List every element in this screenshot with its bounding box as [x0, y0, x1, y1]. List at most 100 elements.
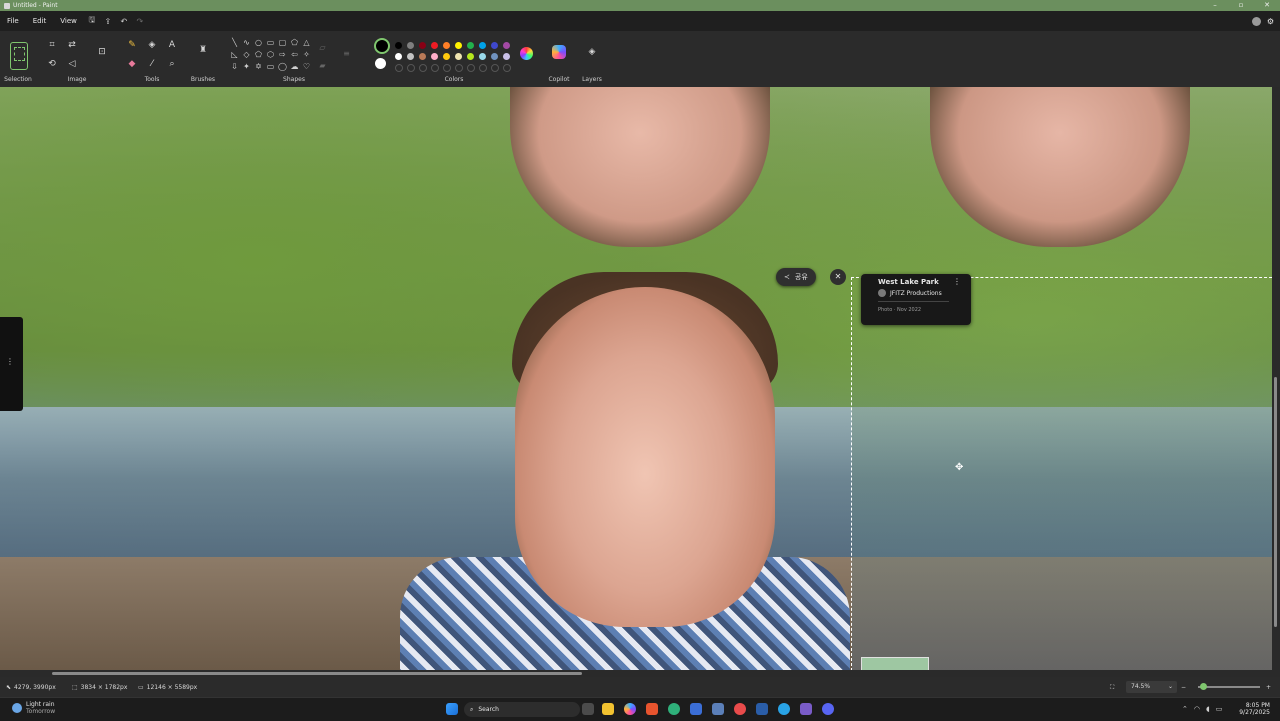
start-icon[interactable]	[446, 703, 458, 715]
custom-color-slot[interactable]	[407, 64, 415, 72]
close-button[interactable]: ✕	[1254, 0, 1280, 11]
line-shape-icon[interactable]: ╲	[230, 38, 239, 47]
steam-icon[interactable]	[756, 703, 768, 715]
custom-color-slot[interactable]	[443, 64, 451, 72]
pencil-icon[interactable]: ✎	[126, 40, 138, 50]
crop-icon[interactable]: ⌗	[46, 40, 58, 50]
color-swatch[interactable]	[395, 42, 402, 49]
zoom-dropdown[interactable]: 74.5% ⌄	[1126, 681, 1177, 693]
settings-icon[interactable]: ⚙	[1267, 17, 1274, 26]
maximize-button[interactable]: ▫	[1228, 0, 1254, 11]
color-swatch[interactable]	[479, 53, 486, 60]
rectangle-shape-icon[interactable]: ▭	[266, 38, 275, 47]
color-swatch[interactable]	[419, 53, 426, 60]
color-swatch[interactable]	[467, 42, 474, 49]
taskbar-search[interactable]: ⌕ Search	[464, 702, 580, 717]
callout-rect-shape-icon[interactable]: ▭	[266, 62, 275, 71]
custom-color-slot[interactable]	[479, 64, 487, 72]
minimize-button[interactable]: –	[1202, 0, 1228, 11]
menu-edit[interactable]: Edit	[26, 17, 54, 25]
volume-icon[interactable]: ◖	[1206, 705, 1210, 713]
curve-shape-icon[interactable]: ∿	[242, 38, 251, 47]
color-swatch[interactable]	[443, 53, 450, 60]
star-six-shape-icon[interactable]: ✡	[254, 62, 263, 71]
callout-oval-shape-icon[interactable]: ◯	[278, 62, 287, 71]
rounded-rect-shape-icon[interactable]: ▢	[278, 38, 287, 47]
custom-color-slot[interactable]	[419, 64, 427, 72]
paint-canvas[interactable]: ⋮ ✥	[0, 87, 1280, 670]
color-swatch[interactable]	[503, 42, 510, 49]
pentagon-shape-icon[interactable]: ⬠	[254, 50, 263, 59]
discord-icon[interactable]	[822, 703, 834, 715]
primary-color-swatch[interactable]	[374, 38, 390, 54]
task-view-icon[interactable]	[582, 703, 594, 715]
star-four-shape-icon[interactable]: ✧	[302, 50, 311, 59]
file-explorer-icon[interactable]	[602, 703, 614, 715]
overlay-close-button[interactable]: ✕	[830, 269, 846, 285]
fit-to-window-icon[interactable]: ⛶	[1110, 684, 1114, 692]
edit-colors-icon[interactable]	[520, 47, 533, 60]
brush-icon[interactable]: ♜	[197, 45, 209, 55]
image-select-icon[interactable]: ⊡	[96, 47, 108, 57]
app-icon-gem[interactable]	[712, 703, 724, 715]
custom-color-slot[interactable]	[467, 64, 475, 72]
magnifier-icon[interactable]: ⌕	[166, 59, 178, 69]
hexagon-shape-icon[interactable]: ⬡	[266, 50, 275, 59]
oval-shape-icon[interactable]: ○	[254, 38, 263, 47]
custom-color-slot[interactable]	[503, 64, 511, 72]
color-swatch[interactable]	[419, 42, 426, 49]
chevron-up-icon[interactable]: ⌃	[1182, 705, 1188, 713]
copilot-app-icon[interactable]	[624, 703, 636, 715]
app-icon-cyan[interactable]	[778, 703, 790, 715]
color-swatch[interactable]	[455, 42, 462, 49]
redo-icon[interactable]: ↷	[132, 17, 148, 26]
color-swatch[interactable]	[503, 53, 510, 60]
custom-color-slot[interactable]	[491, 64, 499, 72]
weather-widget[interactable]: Light rain Tomorrow	[12, 701, 55, 715]
network-icon[interactable]: ◠	[1194, 705, 1200, 713]
menu-file[interactable]: File	[0, 17, 26, 25]
triangle-shape-icon[interactable]: △	[302, 38, 311, 47]
color-swatch[interactable]	[431, 53, 438, 60]
size-icon[interactable]: ≡	[342, 49, 351, 58]
color-swatch[interactable]	[443, 42, 450, 49]
undo-icon[interactable]: ↶	[116, 17, 132, 26]
callout-cloud-shape-icon[interactable]: ☁	[290, 62, 299, 71]
color-swatch[interactable]	[467, 53, 474, 60]
zoom-slider-knob[interactable]	[1200, 683, 1207, 690]
selection-tool-icon[interactable]	[10, 42, 28, 70]
account-icon[interactable]	[1251, 16, 1261, 26]
diamond-shape-icon[interactable]: ◇	[242, 50, 251, 59]
text-icon[interactable]: A	[166, 40, 178, 50]
arrow-right-shape-icon[interactable]: ⇨	[278, 50, 287, 59]
shape-fill-icon[interactable]: ▰	[318, 61, 327, 70]
color-swatch[interactable]	[431, 42, 438, 49]
star-five-shape-icon[interactable]: ✦	[242, 62, 251, 71]
brave-browser-icon[interactable]	[646, 703, 658, 715]
vertical-scrollbar[interactable]	[1272, 87, 1280, 670]
secondary-color-swatch[interactable]	[375, 58, 386, 69]
custom-color-slot[interactable]	[431, 64, 439, 72]
color-swatch[interactable]	[479, 42, 486, 49]
side-panel-handle[interactable]: ⋮	[0, 317, 23, 411]
color-swatch[interactable]	[455, 53, 462, 60]
layers-icon[interactable]: ◈	[586, 47, 598, 57]
share-chip[interactable]: ≺ 공유	[776, 268, 816, 286]
share-icon[interactable]: ⇪	[100, 17, 116, 26]
app-icon-red[interactable]	[734, 703, 746, 715]
menu-view[interactable]: View	[53, 17, 84, 25]
save-icon[interactable]: 🖫	[84, 14, 100, 28]
custom-color-slot[interactable]	[395, 64, 403, 72]
selection-region[interactable]	[851, 277, 1277, 670]
zoom-slider[interactable]	[1198, 683, 1260, 690]
more-vertical-icon[interactable]: ⋮	[953, 277, 961, 286]
fill-icon[interactable]: ◈	[146, 40, 158, 50]
eraser-icon[interactable]: ◆	[126, 59, 138, 69]
color-swatch[interactable]	[395, 53, 402, 60]
arrow-left-shape-icon[interactable]: ⇦	[290, 50, 299, 59]
app-icon-purple[interactable]	[800, 703, 812, 715]
arrow-down-shape-icon[interactable]: ⇩	[230, 62, 239, 71]
color-swatch[interactable]	[491, 53, 498, 60]
app-icon-blue[interactable]	[690, 703, 702, 715]
flip-icon[interactable]: ◁	[66, 59, 78, 69]
